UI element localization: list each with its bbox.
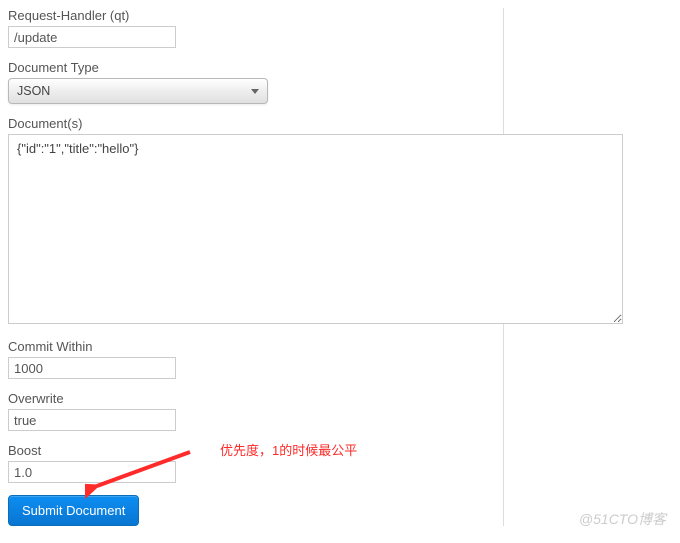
- document-type-select[interactable]: JSON: [8, 78, 268, 104]
- overwrite-input[interactable]: [8, 409, 176, 431]
- document-type-selected: JSON: [17, 84, 50, 98]
- document-type-label: Document Type: [8, 60, 493, 75]
- commit-within-input[interactable]: [8, 357, 176, 379]
- request-handler-label: Request-Handler (qt): [8, 8, 493, 23]
- boost-input[interactable]: [8, 461, 176, 483]
- watermark: @51CTO博客: [579, 509, 666, 529]
- request-handler-input[interactable]: [8, 26, 176, 48]
- submit-document-button[interactable]: Submit Document: [8, 495, 139, 526]
- chevron-down-icon: [251, 89, 259, 94]
- overwrite-label: Overwrite: [8, 391, 493, 406]
- documents-textarea[interactable]: [8, 134, 623, 324]
- boost-label: Boost: [8, 443, 493, 458]
- commit-within-label: Commit Within: [8, 339, 493, 354]
- documents-label: Document(s): [8, 116, 633, 131]
